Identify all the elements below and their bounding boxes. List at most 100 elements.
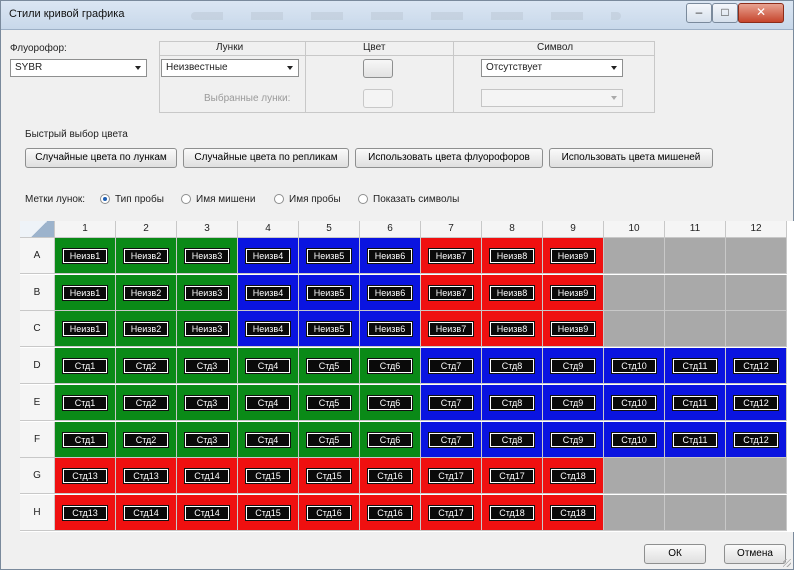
well-G11[interactable]	[665, 458, 726, 494]
well-C9[interactable]: Неизв9	[543, 311, 604, 347]
column-header-1[interactable]: 1	[55, 221, 116, 238]
well-D12[interactable]: Стд12	[726, 348, 787, 384]
well-G1[interactable]: Стд13	[55, 458, 116, 494]
well-H8[interactable]: Стд18	[482, 495, 543, 531]
select-all-corner[interactable]	[20, 221, 55, 238]
well-F5[interactable]: Стд5	[299, 422, 360, 458]
well-G7[interactable]: Стд17	[421, 458, 482, 494]
well-G12[interactable]	[726, 458, 787, 494]
well-H1[interactable]: Стд13	[55, 495, 116, 531]
random-colors-by-replicate-button[interactable]: Случайные цвета по репликам	[183, 148, 349, 168]
well-C10[interactable]	[604, 311, 665, 347]
well-C5[interactable]: Неизв5	[299, 311, 360, 347]
well-H12[interactable]	[726, 495, 787, 531]
well-E3[interactable]: Стд3	[177, 385, 238, 421]
well-E9[interactable]: Стд9	[543, 385, 604, 421]
row-header-E[interactable]: E	[20, 385, 55, 421]
well-F10[interactable]: Стд10	[604, 422, 665, 458]
well-D6[interactable]: Стд6	[360, 348, 421, 384]
well-B10[interactable]	[604, 275, 665, 311]
well-H5[interactable]: Стд16	[299, 495, 360, 531]
color-picker-button[interactable]	[363, 59, 393, 78]
well-A5[interactable]: Неизв5	[299, 238, 360, 274]
well-B9[interactable]: Неизв9	[543, 275, 604, 311]
maximize-button[interactable]: □	[712, 3, 738, 23]
resize-grip-icon[interactable]	[783, 559, 791, 567]
well-H7[interactable]: Стд17	[421, 495, 482, 531]
well-C1[interactable]: Неизв1	[55, 311, 116, 347]
well-D8[interactable]: Стд8	[482, 348, 543, 384]
well-C6[interactable]: Неизв6	[360, 311, 421, 347]
well-H2[interactable]: Стд14	[116, 495, 177, 531]
column-header-3[interactable]: 3	[177, 221, 238, 238]
column-header-8[interactable]: 8	[482, 221, 543, 238]
well-C11[interactable]	[665, 311, 726, 347]
row-header-H[interactable]: H	[20, 495, 55, 531]
column-header-9[interactable]: 9	[543, 221, 604, 238]
well-C8[interactable]: Неизв8	[482, 311, 543, 347]
row-header-D[interactable]: D	[20, 348, 55, 384]
well-A2[interactable]: Неизв2	[116, 238, 177, 274]
well-D7[interactable]: Стд7	[421, 348, 482, 384]
well-A8[interactable]: Неизв8	[482, 238, 543, 274]
well-D10[interactable]: Стд10	[604, 348, 665, 384]
well-H3[interactable]: Стд14	[177, 495, 238, 531]
well-A3[interactable]: Неизв3	[177, 238, 238, 274]
well-D3[interactable]: Стд3	[177, 348, 238, 384]
well-B11[interactable]	[665, 275, 726, 311]
column-header-11[interactable]: 11	[665, 221, 726, 238]
well-H9[interactable]: Стд18	[543, 495, 604, 531]
minimize-button[interactable]: –	[686, 3, 712, 23]
well-D1[interactable]: Стд1	[55, 348, 116, 384]
well-E5[interactable]: Стд5	[299, 385, 360, 421]
column-header-4[interactable]: 4	[238, 221, 299, 238]
well-A9[interactable]: Неизв9	[543, 238, 604, 274]
well-F1[interactable]: Стд1	[55, 422, 116, 458]
radio-sample-type-label[interactable]: Тип пробы	[115, 194, 164, 205]
radio-sample-type[interactable]	[100, 194, 110, 204]
column-header-10[interactable]: 10	[604, 221, 665, 238]
well-D11[interactable]: Стд11	[665, 348, 726, 384]
symbol-select[interactable]: Отсутствует	[481, 59, 623, 77]
row-header-F[interactable]: F	[20, 422, 55, 458]
radio-show-symbols-label[interactable]: Показать символы	[373, 194, 459, 205]
well-B5[interactable]: Неизв5	[299, 275, 360, 311]
well-F3[interactable]: Стд3	[177, 422, 238, 458]
well-G2[interactable]: Стд13	[116, 458, 177, 494]
well-G6[interactable]: Стд16	[360, 458, 421, 494]
well-B8[interactable]: Неизв8	[482, 275, 543, 311]
well-A12[interactable]	[726, 238, 787, 274]
well-H10[interactable]	[604, 495, 665, 531]
well-F12[interactable]: Стд12	[726, 422, 787, 458]
close-button[interactable]: ✕	[738, 3, 784, 23]
use-target-colors-button[interactable]: Использовать цвета мишеней	[549, 148, 713, 168]
well-A11[interactable]	[665, 238, 726, 274]
well-E7[interactable]: Стд7	[421, 385, 482, 421]
well-C12[interactable]	[726, 311, 787, 347]
well-F11[interactable]: Стд11	[665, 422, 726, 458]
cancel-button[interactable]: Отмена	[724, 544, 786, 564]
well-A6[interactable]: Неизв6	[360, 238, 421, 274]
well-C4[interactable]: Неизв4	[238, 311, 299, 347]
title-bar[interactable]: Стили кривой графика – □ ✕	[1, 1, 793, 30]
column-header-12[interactable]: 12	[726, 221, 787, 238]
well-E8[interactable]: Стд8	[482, 385, 543, 421]
well-A10[interactable]	[604, 238, 665, 274]
well-G4[interactable]: Стд15	[238, 458, 299, 494]
row-header-B[interactable]: B	[20, 275, 55, 311]
row-header-G[interactable]: G	[20, 458, 55, 494]
well-D5[interactable]: Стд5	[299, 348, 360, 384]
well-B1[interactable]: Неизв1	[55, 275, 116, 311]
row-header-A[interactable]: A	[20, 238, 55, 274]
well-C7[interactable]: Неизв7	[421, 311, 482, 347]
well-B6[interactable]: Неизв6	[360, 275, 421, 311]
well-A7[interactable]: Неизв7	[421, 238, 482, 274]
column-header-5[interactable]: 5	[299, 221, 360, 238]
use-fluorophore-colors-button[interactable]: Использовать цвета флуорофоров	[355, 148, 543, 168]
radio-show-symbols[interactable]	[358, 194, 368, 204]
well-A1[interactable]: Неизв1	[55, 238, 116, 274]
column-header-2[interactable]: 2	[116, 221, 177, 238]
well-A4[interactable]: Неизв4	[238, 238, 299, 274]
column-header-6[interactable]: 6	[360, 221, 421, 238]
well-F8[interactable]: Стд8	[482, 422, 543, 458]
